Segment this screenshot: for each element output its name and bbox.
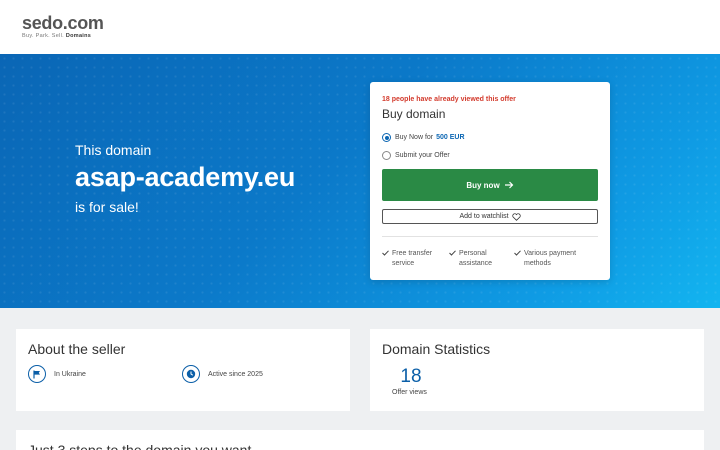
top-header: sedo.com Buy. Park. Sell. Domains [0, 0, 720, 54]
domain-name: asap-academy.eu [75, 162, 296, 192]
logo-text: sedo.com [22, 13, 104, 33]
add-to-watchlist-button[interactable]: Add to watchlist [382, 209, 598, 224]
hero-text: This domain asap-academy.eu is for sale! [75, 142, 295, 215]
hero-post-text: is for sale! [75, 199, 139, 215]
viewed-alert: 18 people have already viewed this offer [382, 96, 516, 103]
checkmark-icon [514, 250, 521, 256]
sedo-logo[interactable]: sedo.com Buy. Park. Sell. Domains [22, 14, 104, 39]
feature-personal-assistance: Personal assistance [449, 249, 509, 269]
option-submit-offer[interactable]: Submit your Offer [382, 151, 450, 160]
buy-domain-card: 18 people have already viewed this offer… [370, 82, 610, 280]
buy-now-label: Buy Now for [395, 134, 434, 141]
card-divider [382, 236, 598, 237]
feature-text: Personal assistance [459, 250, 493, 267]
option-buy-now[interactable]: Buy Now for 500 EUR [382, 133, 465, 142]
domain-statistics-card: Domain Statistics 18 Offer views [370, 329, 704, 411]
feature-text: Free transfer service [392, 250, 433, 267]
buy-card-title: Buy domain [382, 107, 446, 121]
flag-icon [28, 365, 46, 383]
hero-banner: This domain asap-academy.eu is for sale! [0, 54, 720, 308]
arrow-right-icon [504, 181, 514, 189]
offer-views-count: 18 [400, 366, 422, 387]
feature-text: Various payment methods [524, 250, 577, 267]
submit-offer-label: Submit your Offer [395, 152, 450, 159]
buy-now-radio[interactable] [382, 133, 391, 142]
steps-title: Just 3 steps to the domain you want [28, 442, 252, 450]
clock-icon [182, 365, 200, 383]
stats-card-title: Domain Statistics [382, 341, 491, 357]
hero-pre-text: This domain [75, 142, 152, 158]
feature-free-transfer: Free transfer service [382, 249, 442, 269]
buy-now-button-label: Buy now [466, 180, 500, 190]
steps-card: Just 3 steps to the domain you want [16, 430, 704, 450]
seller-card-title: About the seller [28, 341, 126, 357]
seller-location: In Ukraine [28, 365, 86, 383]
submit-offer-radio[interactable] [382, 151, 391, 160]
heart-icon [511, 212, 521, 221]
watchlist-label: Add to watchlist [459, 213, 509, 220]
buy-now-button[interactable]: Buy now [382, 169, 598, 201]
seller-activity: Active since 2025 [182, 365, 263, 383]
about-seller-card: About the seller In Ukraine Active since… [16, 329, 350, 411]
seller-active-text: Active since 2025 [208, 370, 263, 378]
feature-payment-methods: Various payment methods [514, 249, 594, 269]
buy-now-price: 500 EUR [436, 134, 465, 141]
logo-tagline: Buy. Park. Sell. Domains [22, 33, 92, 39]
offer-views-label: Offer views [392, 389, 427, 396]
checkmark-icon [449, 250, 456, 256]
seller-location-text: In Ukraine [54, 370, 86, 378]
checkmark-icon [382, 250, 389, 256]
